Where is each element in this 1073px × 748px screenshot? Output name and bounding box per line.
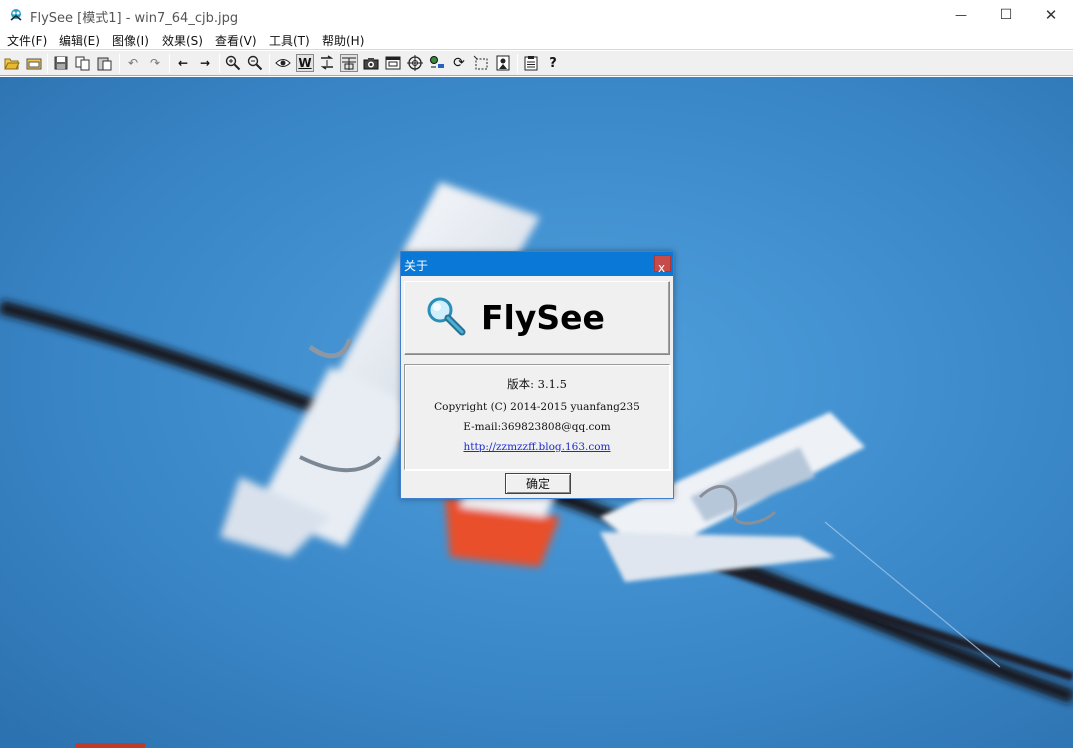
homepage-link[interactable]: http://zzmzzff.blog.163.com [405, 441, 669, 453]
about-close-button[interactable]: x [654, 255, 671, 275]
zoom-in-icon[interactable] [224, 54, 242, 72]
fit-width-icon[interactable]: W [296, 54, 314, 72]
brand-name: FlySee [481, 298, 605, 337]
close-button[interactable]: ✕ [1028, 0, 1073, 30]
menu-tools[interactable]: 工具(T) [269, 32, 310, 49]
minimize-button[interactable]: — [938, 0, 984, 30]
title-bar: FlySee [模式1] - win7_64_cjb.jpg — ☐ ✕ [0, 0, 1073, 30]
help-icon[interactable]: ? [544, 54, 562, 72]
rotate-icon[interactable]: ⟳ [450, 54, 468, 72]
menu-image[interactable]: 图像(I) [112, 32, 149, 49]
undo-icon[interactable]: ↶ [124, 54, 142, 72]
about-dialog: 关于 x FlySee 版本: 3.1.5 Copyright (C) 2014… [400, 251, 674, 499]
menu-effects[interactable]: 效果(S) [162, 32, 203, 49]
about-dialog-title: 关于 [404, 259, 429, 273]
about-info-panel: 版本: 3.1.5 Copyright (C) 2014-2015 yuanfa… [404, 364, 670, 470]
toolbar-separator [269, 54, 270, 73]
copy-icon[interactable] [74, 54, 92, 72]
email-text: E-mail:369823808@qq.com [463, 421, 611, 433]
flysee-window: FlySee [模式1] - win7_64_cjb.jpg — ☐ ✕ 文件(… [0, 0, 1073, 748]
camera-icon[interactable] [362, 54, 380, 72]
slideshow-icon[interactable] [428, 54, 446, 72]
save-icon[interactable] [52, 54, 70, 72]
zoom-out-icon[interactable] [246, 54, 264, 72]
select-icon[interactable] [472, 54, 490, 72]
flysee-app-icon [10, 9, 22, 21]
menu-bar: 文件(F) 编辑(E) 图像(I) 效果(S) 查看(V) 工具(T) 帮助(H… [0, 30, 1073, 50]
eye-icon[interactable] [274, 54, 292, 72]
paste-icon[interactable] [96, 54, 114, 72]
open-file-icon[interactable] [25, 54, 43, 72]
flip-icon[interactable] [318, 54, 336, 72]
window-title: FlySee [模式1] - win7_64_cjb.jpg [30, 11, 239, 26]
maximize-button[interactable]: ☐ [983, 0, 1029, 30]
image-icon[interactable] [494, 54, 512, 72]
target-icon[interactable] [406, 54, 424, 72]
toolbar-separator [119, 54, 120, 73]
properties-icon[interactable] [522, 54, 540, 72]
minimize-icon: — [955, 8, 967, 22]
ok-button[interactable]: 确定 [505, 473, 571, 494]
previous-icon[interactable]: ← [174, 54, 192, 72]
toolbar-separator [169, 54, 170, 73]
maximize-icon: ☐ [999, 7, 1013, 23]
open-folder-icon[interactable] [3, 54, 21, 72]
close-icon: ✕ [1044, 6, 1058, 24]
copyright-text: Copyright (C) 2014-2015 yuanfang235 [434, 401, 640, 413]
version-text: 版本: 3.1.5 [507, 377, 567, 391]
fit-icon[interactable] [340, 54, 358, 72]
about-dialog-titlebar[interactable]: 关于 x [401, 252, 673, 276]
redo-icon[interactable]: ↷ [146, 54, 164, 72]
toolbar-separator [47, 54, 48, 73]
about-banner: FlySee [404, 281, 670, 355]
menu-help[interactable]: 帮助(H) [322, 32, 364, 49]
close-icon: x [658, 261, 666, 275]
window-icon[interactable] [384, 54, 402, 72]
toolbar: ↶ ↷ ← → W ⟳ ? [0, 51, 1073, 76]
menu-file[interactable]: 文件(F) [7, 32, 47, 49]
menu-view[interactable]: 查看(V) [215, 32, 257, 49]
toolbar-separator [517, 54, 518, 73]
toolbar-separator [219, 54, 220, 73]
magnifier-logo-icon [427, 297, 466, 336]
menu-edit[interactable]: 编辑(E) [59, 32, 100, 49]
next-icon[interactable]: → [196, 54, 214, 72]
ok-button-label: 确定 [525, 477, 550, 491]
